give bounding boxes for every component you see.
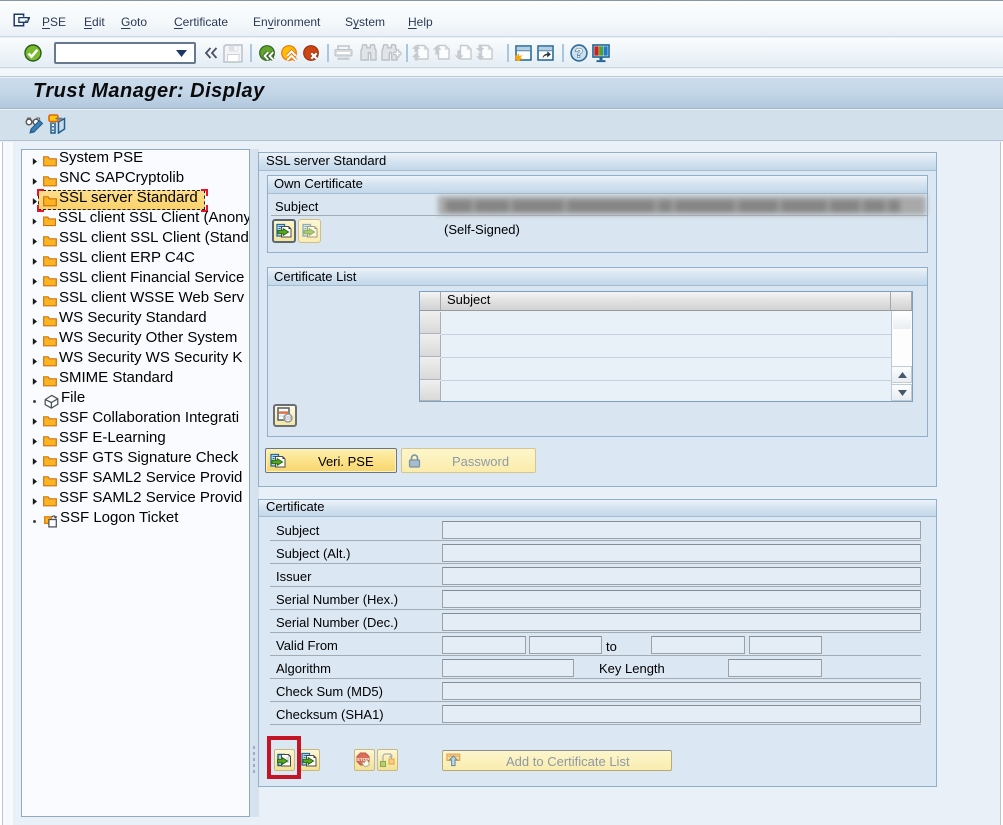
svg-text:?: ? — [575, 46, 583, 61]
